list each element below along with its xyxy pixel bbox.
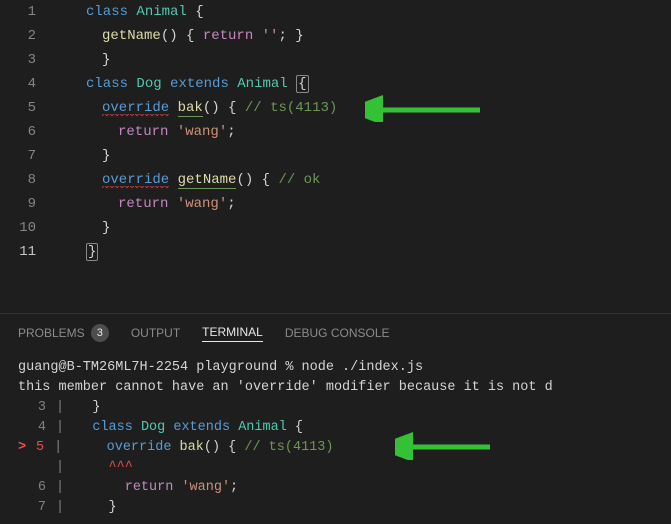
line-number: 11: [0, 240, 54, 264]
terminal-pane[interactable]: guang@B-TM26ML7H-2254 playground % node …: [0, 352, 671, 524]
tab-terminal[interactable]: TERMINAL: [202, 325, 263, 342]
code-line[interactable]: 9 return 'wang';: [0, 192, 671, 216]
code-content: override bak() { // ts(4113): [54, 96, 337, 120]
problems-count-badge: 3: [91, 324, 109, 342]
code-content: override getName() { // ok: [54, 168, 320, 192]
tab-problems[interactable]: PROBLEMS 3: [18, 324, 109, 342]
code-content: getName() { return ''; }: [54, 24, 304, 48]
code-line[interactable]: 3 }: [0, 48, 671, 72]
tab-label: OUTPUT: [131, 326, 180, 340]
editor-pane[interactable]: 1 class Animal { 2 getName() { return ''…: [0, 0, 671, 313]
code-line[interactable]: 10 }: [0, 216, 671, 240]
code-line[interactable]: 7 }: [0, 144, 671, 168]
line-number: 4: [0, 72, 54, 96]
code-line[interactable]: 5 override bak() { // ts(4113): [0, 96, 671, 120]
code-line[interactable]: 6 return 'wang';: [0, 120, 671, 144]
code-content: }: [54, 144, 110, 168]
tab-label: PROBLEMS: [18, 326, 85, 340]
code-content: }: [54, 48, 110, 72]
code-content: }: [54, 216, 110, 240]
tab-label: TERMINAL: [202, 325, 263, 339]
code-line[interactable]: 11 }: [0, 240, 671, 264]
line-number: 3: [0, 48, 54, 72]
line-number: 2: [0, 24, 54, 48]
terminal-snippet-line: 3| }: [18, 398, 653, 418]
line-number: 7: [0, 144, 54, 168]
line-number: 10: [0, 216, 54, 240]
terminal-snippet-line: 4| class Dog extends Animal {: [18, 418, 653, 438]
tab-output[interactable]: OUTPUT: [131, 326, 180, 340]
line-number: 9: [0, 192, 54, 216]
line-number: 8: [0, 168, 54, 192]
terminal-prompt: guang@B-TM26ML7H-2254 playground % node …: [18, 358, 653, 378]
code-line[interactable]: 2 getName() { return ''; }: [0, 24, 671, 48]
terminal-snippet-line: 7| }: [18, 498, 653, 518]
tab-debug-console[interactable]: DEBUG CONSOLE: [285, 326, 390, 340]
terminal-snippet-line-error: >5| override bak() { // ts(4113): [18, 438, 653, 458]
terminal-snippet-line: 6| return 'wang';: [18, 478, 653, 498]
code-line[interactable]: 1 class Animal {: [0, 0, 671, 24]
code-line[interactable]: 4 class Dog extends Animal {: [0, 72, 671, 96]
tab-label: DEBUG CONSOLE: [285, 326, 390, 340]
line-number: 1: [0, 0, 54, 24]
terminal-error-msg: this member cannot have an 'override' mo…: [18, 378, 653, 398]
code-content: return 'wang';: [54, 192, 236, 216]
line-number: 6: [0, 120, 54, 144]
code-content: return 'wang';: [54, 120, 236, 144]
code-content: class Animal {: [54, 0, 204, 24]
code-line[interactable]: 8 override getName() { // ok: [0, 168, 671, 192]
code-content: class Dog extends Animal {: [54, 72, 309, 96]
line-number: 5: [0, 96, 54, 120]
panel-tabs: PROBLEMS 3 OUTPUT TERMINAL DEBUG CONSOLE: [0, 313, 671, 352]
terminal-snippet-caret: | ^^^: [18, 458, 653, 478]
code-content: }: [54, 240, 98, 264]
